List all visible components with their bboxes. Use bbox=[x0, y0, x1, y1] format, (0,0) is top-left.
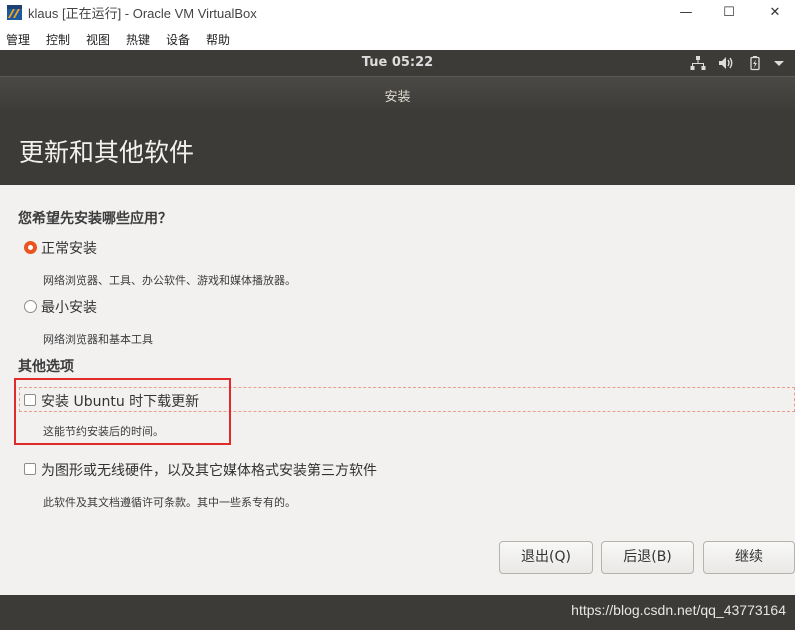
network-icon[interactable] bbox=[689, 55, 707, 71]
third-party-software-checkbox[interactable] bbox=[24, 463, 36, 475]
system-menu-icon[interactable] bbox=[771, 55, 789, 71]
page-header: 更新和其他软件 bbox=[0, 110, 795, 185]
virtualbox-icon bbox=[7, 5, 22, 20]
menu-item-devices[interactable]: 设备 bbox=[166, 31, 190, 48]
close-button[interactable]: ✕ bbox=[752, 0, 795, 25]
battery-icon[interactable] bbox=[746, 55, 764, 71]
menu-item-view[interactable]: 视图 bbox=[86, 31, 110, 48]
menu-item-hotkeys[interactable]: 热键 bbox=[126, 31, 150, 48]
host-menu-bar: 管理 控制 视图 热键 设备 帮助 bbox=[0, 25, 795, 50]
watermark: https://blog.csdn.net/qq_43773164 bbox=[571, 602, 786, 618]
third-party-software-description: 此软件及其文档遵循许可条款。其中一些系专有的。 bbox=[43, 496, 296, 509]
back-button[interactable]: 后退(B) bbox=[601, 541, 694, 574]
bottom-panel: https://blog.csdn.net/qq_43773164 bbox=[0, 595, 795, 630]
clock[interactable]: Tue 05:22 bbox=[0, 55, 795, 70]
minimize-button[interactable]: — bbox=[663, 0, 709, 25]
menu-item-help[interactable]: 帮助 bbox=[206, 31, 230, 48]
third-party-software-label[interactable]: 为图形或无线硬件，以及其它媒体格式安装第三方软件 bbox=[41, 460, 377, 480]
page-title: 更新和其他软件 bbox=[19, 138, 195, 167]
maximize-button[interactable]: ☐ bbox=[706, 0, 752, 25]
volume-icon[interactable] bbox=[717, 55, 735, 71]
host-title-bar: klaus [正在运行] - Oracle VM VirtualBox — ☐ … bbox=[0, 0, 795, 25]
installer-window-title: 安装 bbox=[384, 90, 411, 105]
normal-install-radio[interactable] bbox=[24, 241, 37, 254]
minimal-install-description: 网络浏览器和基本工具 bbox=[43, 333, 153, 346]
other-options-heading: 其他选项 bbox=[18, 359, 74, 375]
installer-content: 您希望先安装哪些应用？ 正常安装 网络浏览器、工具、办公软件、游戏和媒体播放器。… bbox=[0, 185, 795, 595]
normal-install-description: 网络浏览器、工具、办公软件、游戏和媒体播放器。 bbox=[43, 274, 296, 287]
minimal-install-label[interactable]: 最小安装 bbox=[41, 297, 97, 317]
normal-install-label[interactable]: 正常安装 bbox=[41, 238, 97, 258]
menu-item-manage[interactable]: 管理 bbox=[6, 31, 30, 48]
continue-button[interactable]: 继续 bbox=[703, 541, 795, 574]
install-type-question: 您希望先安装哪些应用？ bbox=[18, 211, 172, 227]
annotation-highlight-box bbox=[14, 378, 231, 445]
menu-item-control[interactable]: 控制 bbox=[46, 31, 70, 48]
quit-button[interactable]: 退出(Q) bbox=[499, 541, 593, 574]
installer-title-bar: 安装 bbox=[0, 76, 795, 110]
top-panel: Tue 05:22 bbox=[0, 50, 795, 76]
minimal-install-radio[interactable] bbox=[24, 300, 37, 313]
host-window-title: klaus [正在运行] - Oracle VM VirtualBox bbox=[28, 6, 257, 21]
